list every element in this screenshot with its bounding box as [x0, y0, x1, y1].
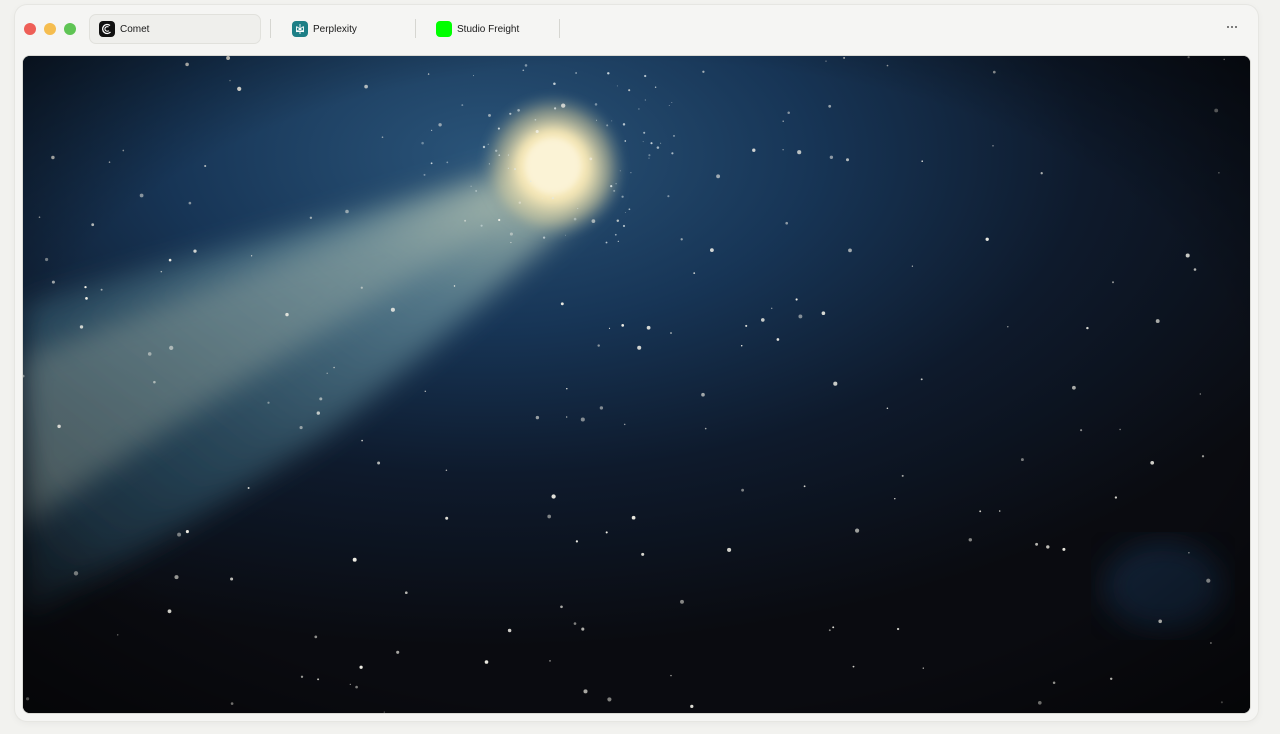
- tab-perplexity[interactable]: Perplexity: [283, 14, 413, 44]
- perplexity-icon: [292, 21, 308, 37]
- close-window-button[interactable]: [24, 23, 36, 35]
- studio-freight-icon: [436, 21, 452, 37]
- comet-night-sky-illustration: [23, 56, 1250, 713]
- more-dot: [1231, 26, 1233, 28]
- more-horizontal-icon: [1227, 26, 1229, 28]
- title-bar: Comet Perplexity Studio Freight: [15, 5, 1258, 51]
- browser-window: Comet Perplexity Studio Freight: [15, 5, 1258, 721]
- maximize-window-button[interactable]: [64, 23, 76, 35]
- comet-icon: [99, 21, 115, 37]
- tab-divider: [415, 19, 416, 38]
- more-dot: [1235, 26, 1237, 28]
- web-content[interactable]: [23, 56, 1250, 713]
- tab-divider: [559, 19, 560, 38]
- tab-comet[interactable]: Comet: [89, 14, 261, 44]
- tab-label: Perplexity: [313, 23, 357, 35]
- minimize-window-button[interactable]: [44, 23, 56, 35]
- more-options-button[interactable]: [1222, 18, 1242, 36]
- tab-divider: [270, 19, 271, 38]
- tab-label: Studio Freight: [457, 23, 520, 35]
- tab-studio-freight[interactable]: Studio Freight: [427, 14, 567, 44]
- tab-label: Comet: [120, 23, 150, 35]
